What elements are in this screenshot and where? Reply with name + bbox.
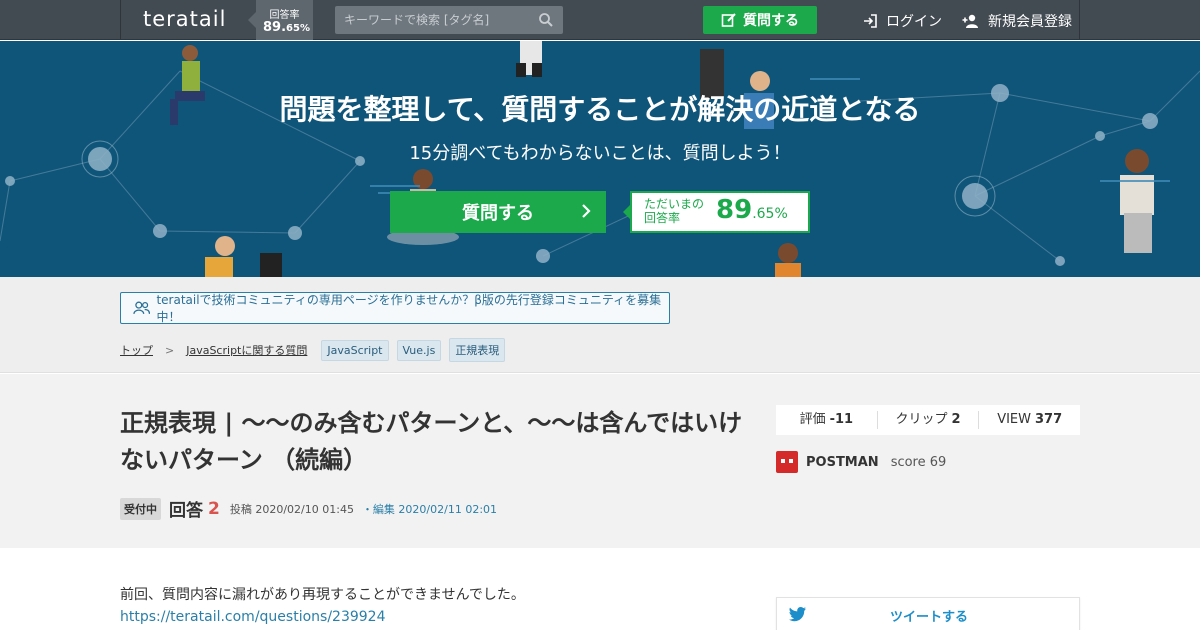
avatar[interactable] [776, 451, 798, 473]
tag-vuejs[interactable]: Vue.js [396, 339, 442, 361]
search-box [335, 6, 563, 34]
status-badge: 受付中 [120, 497, 161, 520]
global-header: teratail 回答率 89.65% 質問する ログイン 新規会員登録 [0, 0, 1200, 40]
search-input[interactable] [335, 6, 535, 34]
breadcrumb-top[interactable]: トップ [120, 342, 153, 358]
add-user-icon [962, 14, 978, 28]
body-link[interactable]: https://teratail.com/questions/239924 [120, 606, 525, 628]
author-score: score 69 [890, 454, 947, 470]
signup-link[interactable]: 新規会員登録 [962, 11, 1072, 31]
notice-band: teratailで技術コミュニティの専用ページを作りませんか？β版の先行登録コミ… [0, 277, 1200, 373]
answers-label[interactable]: 回答 [169, 496, 203, 521]
rating-stat: 評価 -11 [776, 411, 878, 429]
answer-rate-label: 回答率 [269, 10, 300, 21]
ask-question-label: 質問する [743, 13, 799, 29]
hero-rate-label: ただいまの回答率 [644, 197, 705, 225]
users-icon [133, 301, 151, 314]
login-link[interactable]: ログイン [862, 11, 942, 31]
hero-ask-label: 質問する [462, 203, 534, 224]
chevron-right-icon [582, 204, 591, 218]
breadcrumb: トップ > JavaScriptに関する質問 JavaScript Vue.js… [120, 338, 506, 362]
clip-stat[interactable]: クリップ 2 [878, 411, 980, 429]
posted-date: 投稿 2020/02/10 01:45 [229, 502, 354, 516]
view-stat: VIEW 377 [997, 412, 1063, 427]
teratail-logo[interactable]: teratail [143, 7, 226, 31]
question-stats: 評価 -11 クリップ 2 VIEW 377 [776, 405, 1080, 435]
hero-subtitle: 15分調べてもわからないことは、質問しよう！ [409, 143, 791, 164]
question-title: 正規表現 | 〜〜のみ含むパターンと、〜〜は含んではいけないパターン （続編） [120, 409, 743, 474]
answer-rate-badge: 回答率 89.65% [248, 0, 313, 40]
breadcrumb-separator: > [165, 343, 175, 357]
question-header: 正規表現 | 〜〜のみ含むパターンと、〜〜は含んではいけないパターン （続編） … [0, 374, 1200, 548]
login-label: ログイン [886, 14, 942, 30]
answers-count[interactable]: 2 [208, 499, 220, 519]
search-icon[interactable] [538, 12, 554, 28]
hero-banner: 問題を整理して、質問することが解決の近道となる 15分調べてもわからないことは、… [0, 41, 1200, 277]
question-body: 前回、質問内容に漏れがあり再現することができませんでした。 https://te… [120, 584, 525, 628]
answer-rate-value: 89.65% [263, 20, 310, 35]
login-icon [864, 14, 877, 28]
signup-label: 新規会員登録 [988, 14, 1072, 30]
author-info[interactable]: POSTMAN score 69 [776, 451, 946, 473]
header-divider [120, 0, 121, 40]
question-meta: 受付中 回答 2 投稿 2020/02/10 01:45 ・編集 2020/02… [120, 496, 497, 521]
edit-icon [721, 13, 736, 27]
community-banner[interactable]: teratailで技術コミュニティの専用ページを作りませんか？β版の先行登録コミ… [120, 292, 670, 324]
ask-question-button[interactable]: 質問する [703, 6, 817, 34]
author-name[interactable]: POSTMAN [806, 455, 879, 470]
body-text: 前回、質問内容に漏れがあり再現することができませんでした。 [120, 587, 525, 603]
tag-javascript[interactable]: JavaScript [321, 339, 389, 361]
hero-rate-value: 89.65% [716, 195, 788, 225]
breadcrumb-category[interactable]: JavaScriptに関する質問 [186, 342, 307, 358]
tag-regex[interactable]: 正規表現 [449, 338, 506, 362]
hero-title: 問題を整理して、質問することが解決の近道となる [279, 93, 921, 126]
edited-date[interactable]: ・編集 2020/02/11 02:01 [362, 501, 497, 517]
tweet-label: ツイートする [889, 610, 968, 625]
community-text: teratailで技術コミュニティの専用ページを作りませんか？β版の先行登録コミ… [156, 293, 662, 324]
hero-answer-rate: ただいまの回答率 89.65% [623, 191, 810, 233]
tweet-button[interactable]: ツイートする [776, 597, 1080, 630]
header-divider [1079, 0, 1080, 40]
hero-ask-button[interactable]: 質問する [390, 191, 606, 233]
